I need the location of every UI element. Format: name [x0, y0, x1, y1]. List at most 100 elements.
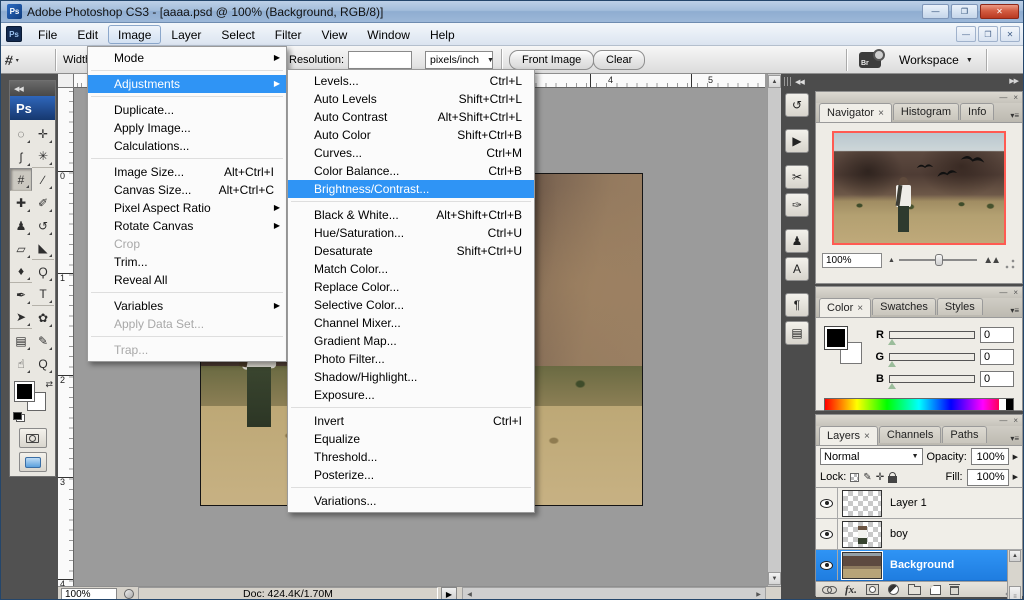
- menu-item-trap[interactable]: Trap... ▶: [88, 341, 286, 359]
- tab-swatches[interactable]: Swatches ×: [872, 298, 936, 315]
- dock-drag-handle[interactable]: [784, 77, 792, 86]
- menu-item-gradient-map[interactable]: Gradient Map... ▶: [288, 332, 534, 350]
- fill-spinner-icon[interactable]: ▶: [1013, 473, 1018, 481]
- panel-menu-icon[interactable]: ▾≡: [1010, 306, 1019, 315]
- clone-source-panel-icon[interactable]: ♟: [785, 229, 809, 253]
- menu-item-color-balance[interactable]: Color Balance... Ctrl+B ▶: [288, 162, 534, 180]
- new-group-icon[interactable]: [907, 584, 921, 595]
- menu-item-levels[interactable]: Levels... Ctrl+L ▶: [288, 72, 534, 90]
- tab-channels[interactable]: Channels ×: [878, 426, 942, 443]
- tab-close-icon[interactable]: ×: [857, 303, 863, 314]
- vertical-scrollbar[interactable]: ▲ ▼: [767, 74, 781, 586]
- menu-item-channel-mixer[interactable]: Channel Mixer... ▶: [288, 314, 534, 332]
- menu-item-exposure[interactable]: Exposure... ▶: [288, 386, 534, 408]
- menu-item-hue-saturation[interactable]: Hue/Saturation... Ctrl+U ▶: [288, 224, 534, 242]
- layer-row-background[interactable]: Background: [816, 550, 1022, 581]
- menu-item-photo-filter[interactable]: Photo Filter... ▶: [288, 350, 534, 368]
- path-selection-tool[interactable]: ➤: [10, 306, 32, 329]
- lasso-tool[interactable]: ʃ: [10, 145, 32, 168]
- tool-preset-picker[interactable]: # ▾: [4, 46, 19, 74]
- eyedropper-tool[interactable]: ✎: [32, 329, 54, 352]
- tab-paths[interactable]: Paths ×: [942, 426, 987, 443]
- channel-slider[interactable]: [888, 331, 975, 345]
- menu-item-mode[interactable]: Mode ▶: [88, 49, 286, 71]
- menubar-item-file[interactable]: File: [28, 25, 67, 44]
- menu-item-rotate-canvas[interactable]: Rotate Canvas ▶: [88, 217, 286, 235]
- lock-paint-icon[interactable]: ✎: [863, 472, 871, 483]
- scroll-up-button[interactable]: ▲: [1009, 550, 1021, 562]
- history-brush-tool[interactable]: ↺: [32, 214, 54, 237]
- tool-presets-panel-icon[interactable]: ✂: [785, 165, 809, 189]
- workspace-dropdown[interactable]: Workspace ▼: [899, 46, 973, 74]
- status-arrow-button[interactable]: ▶: [441, 587, 457, 599]
- layer-comps-panel-icon[interactable]: ▤: [785, 321, 809, 345]
- menu-item-trim[interactable]: Trim... ▶: [88, 253, 286, 271]
- history-panel-icon[interactable]: ↺: [785, 93, 809, 117]
- panel-resize-grip[interactable]: [1005, 259, 1016, 270]
- menu-item-black-white[interactable]: Black & White... Alt+Shift+Ctrl+B ▶: [288, 206, 534, 224]
- color-spectrum-ramp[interactable]: [824, 398, 1014, 411]
- doc-minimize-button[interactable]: —: [956, 26, 976, 42]
- notes-tool[interactable]: ▤: [10, 329, 32, 352]
- doc-restore-button[interactable]: ❐: [978, 26, 998, 42]
- actions-panel-icon[interactable]: ▶: [785, 129, 809, 153]
- menu-item-apply-data-set[interactable]: Apply Data Set... ▶: [88, 315, 286, 337]
- menubar-item-help[interactable]: Help: [420, 25, 465, 44]
- quick-mask-button[interactable]: [18, 428, 47, 448]
- status-menu-icon[interactable]: [124, 589, 134, 599]
- restore-button[interactable]: ❐: [951, 4, 978, 19]
- new-layer-icon[interactable]: [929, 584, 941, 595]
- channel-slider[interactable]: [888, 375, 975, 389]
- front-image-button[interactable]: Front Image: [509, 50, 595, 70]
- swap-colors-icon[interactable]: ⇄: [45, 379, 53, 390]
- scroll-left-button[interactable]: ◀: [463, 588, 476, 599]
- menu-item-adjustments[interactable]: Adjustments ▶: [88, 75, 286, 97]
- layer-mask-icon[interactable]: [865, 584, 879, 595]
- default-colors-icon[interactable]: [13, 412, 25, 422]
- channel-value-field[interactable]: [980, 371, 1014, 387]
- doc-close-button[interactable]: ✕: [1000, 26, 1020, 42]
- slider-thumb[interactable]: [934, 254, 943, 266]
- delete-layer-icon[interactable]: [948, 584, 960, 595]
- zoom-in-icon[interactable]: ▲▲: [983, 255, 1001, 266]
- menu-item-image-size[interactable]: Image Size... Alt+Ctrl+I ▶: [88, 163, 286, 181]
- tab-navigator[interactable]: Navigator ×: [819, 103, 892, 122]
- menubar-item-layer[interactable]: Layer: [161, 25, 211, 44]
- panel-close-icon[interactable]: ×: [1013, 416, 1018, 425]
- navigator-zoom-slider[interactable]: [898, 253, 978, 267]
- menu-item-match-color[interactable]: Match Color... ▶: [288, 260, 534, 278]
- visibility-toggle[interactable]: [816, 519, 838, 549]
- panel-close-icon[interactable]: ×: [1013, 288, 1018, 297]
- menu-item-reveal-all[interactable]: Reveal All ▶: [88, 271, 286, 293]
- custom-shape-tool[interactable]: ✿: [32, 306, 54, 329]
- menu-item-variations[interactable]: Variations... ▶: [288, 492, 534, 510]
- paragraph-panel-icon[interactable]: ¶: [785, 293, 809, 317]
- status-zoom-field[interactable]: [61, 588, 117, 599]
- menubar-item-window[interactable]: Window: [357, 25, 420, 44]
- menu-item-pixel-aspect-ratio[interactable]: Pixel Aspect Ratio ▶: [88, 199, 286, 217]
- menu-item-equalize[interactable]: Equalize ▶: [288, 430, 534, 448]
- lock-transparency-icon[interactable]: [850, 472, 860, 482]
- menu-item-selective-color[interactable]: Selective Color... ▶: [288, 296, 534, 314]
- zoom-tool[interactable]: Q: [32, 352, 54, 375]
- menu-item-auto-levels[interactable]: Auto Levels Shift+Ctrl+L ▶: [288, 90, 534, 108]
- menubar-item-filter[interactable]: Filter: [265, 25, 312, 44]
- menu-item-calculations[interactable]: Calculations... ▶: [88, 137, 286, 159]
- magic-wand-tool[interactable]: ✳: [32, 145, 54, 168]
- brush-tool[interactable]: ✐: [32, 191, 54, 214]
- menu-item-duplicate[interactable]: Duplicate... ▶: [88, 101, 286, 119]
- resolution-unit-dropdown[interactable]: pixels/inch ▼: [425, 51, 494, 69]
- link-layers-icon[interactable]: [822, 586, 837, 594]
- menubar-item-image[interactable]: Image: [108, 24, 162, 44]
- panel-minimize-icon[interactable]: —: [999, 288, 1007, 297]
- horizontal-scrollbar[interactable]: ◀ ▶: [462, 587, 766, 599]
- menu-item-curves[interactable]: Curves... Ctrl+M ▶: [288, 144, 534, 162]
- bridge-icon[interactable]: Br: [859, 49, 885, 68]
- screen-mode-button[interactable]: [18, 452, 47, 472]
- navigator-zoom-field[interactable]: [822, 252, 882, 268]
- brushes-panel-icon[interactable]: ✑: [785, 193, 809, 217]
- menu-item-replace-color[interactable]: Replace Color... ▶: [288, 278, 534, 296]
- navigator-proxy-preview[interactable]: [832, 131, 1006, 245]
- elliptical-marquee-tool[interactable]: ◌: [10, 122, 32, 145]
- layer-thumbnail[interactable]: [842, 520, 882, 548]
